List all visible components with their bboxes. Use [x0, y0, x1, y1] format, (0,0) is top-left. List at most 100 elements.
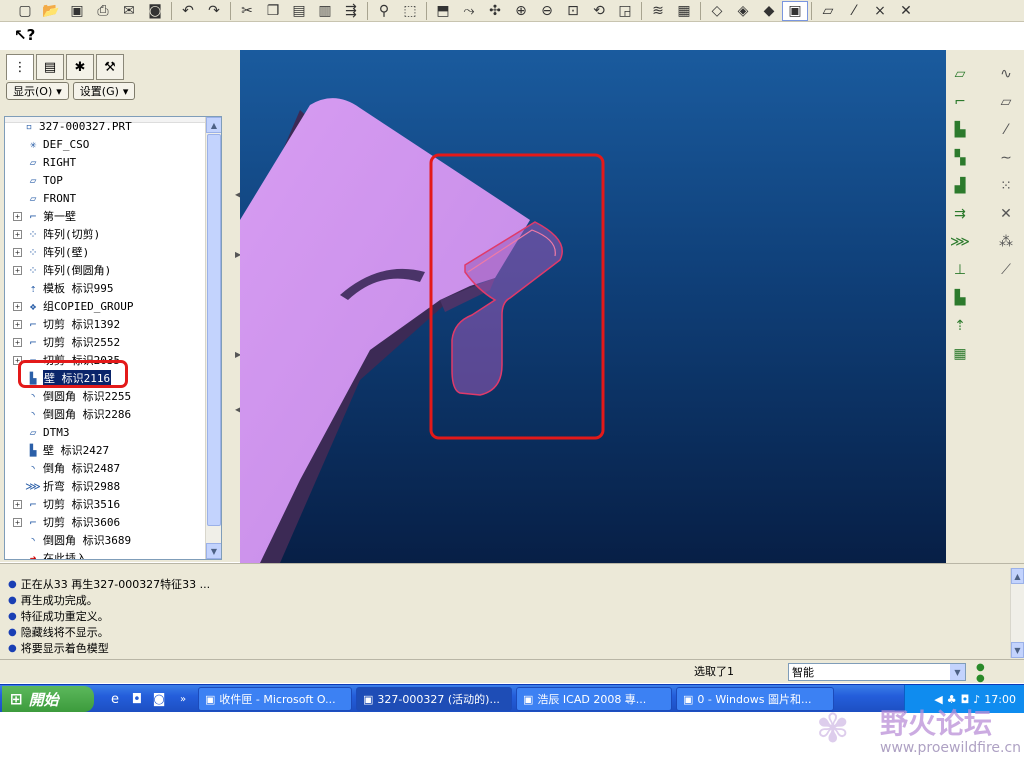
- datum-axis-display-icon[interactable]: ⁄: [841, 1, 867, 21]
- model-tree-item[interactable]: ▱ FRONT: [5, 189, 221, 207]
- find-icon[interactable]: ⚲: [371, 1, 397, 21]
- undo-icon[interactable]: ↶: [175, 1, 201, 21]
- model-tree-item[interactable]: ⋙ 折弯 标识2988: [5, 477, 221, 495]
- model-tree-item[interactable]: ▱ DTM3: [5, 423, 221, 441]
- new-icon[interactable]: ▢: [12, 1, 38, 21]
- panel-splitter[interactable]: ◀ ▶ ▶ ◀: [226, 50, 241, 562]
- paste-icon[interactable]: ▤: [286, 1, 312, 21]
- model-tree-item[interactable]: ◝ 倒圆角 标识2286: [5, 405, 221, 423]
- corner-relief-icon[interactable]: ▙: [950, 288, 970, 308]
- sketch-curve-icon[interactable]: ∿: [996, 64, 1016, 84]
- datum-axis-tool-icon[interactable]: ⁄: [996, 120, 1016, 140]
- show-dropdown-button[interactable]: 显示(O) ▾: [6, 82, 69, 100]
- hidden-line-icon[interactable]: ◈: [730, 1, 756, 21]
- expand-icon[interactable]: +: [13, 247, 22, 257]
- spin-center-icon[interactable]: ✣: [482, 1, 508, 21]
- model-tree-item[interactable]: ▫ 327-000327.PRT: [5, 117, 221, 135]
- tree-scrollbar[interactable]: ▲ ▼: [205, 117, 221, 559]
- coord-sys-display-icon[interactable]: ✕: [893, 1, 919, 21]
- model-tree-item[interactable]: + ⌐ 切剪 标识3606: [5, 513, 221, 531]
- model-tree-item[interactable]: ▱ TOP: [5, 171, 221, 189]
- datum-plane-display-icon[interactable]: ▱: [815, 1, 841, 21]
- zoom-in-icon[interactable]: ⊕: [508, 1, 534, 21]
- email-icon[interactable]: ✉: [116, 1, 142, 21]
- model-tree-item[interactable]: + ⌐ 切剪 标识3516: [5, 495, 221, 513]
- model-display-icon[interactable]: ▦: [671, 1, 697, 21]
- edge-rip-icon[interactable]: ⟋: [996, 260, 1016, 280]
- model-tree-item[interactable]: ▱ RIGHT: [5, 153, 221, 171]
- datum-plane-tool-2-icon[interactable]: ▱: [996, 92, 1016, 112]
- open-icon[interactable]: 📂: [38, 1, 64, 21]
- model-tree-item[interactable]: ◝ 倒圆角 标识3689: [5, 531, 221, 549]
- saved-views-icon[interactable]: ◲: [612, 1, 638, 21]
- datum-point-icon[interactable]: ⁙: [996, 176, 1016, 196]
- scroll-up-icon[interactable]: ▲: [1011, 568, 1024, 584]
- flat-wall-icon[interactable]: ⌐: [950, 92, 970, 112]
- ie-icon[interactable]: e: [106, 690, 124, 708]
- model-tree-item[interactable]: ▙ 壁 标识2427: [5, 441, 221, 459]
- chevron-down-icon[interactable]: ▼: [950, 664, 965, 680]
- coord-sys-tool-icon[interactable]: ✕: [996, 204, 1016, 224]
- chevron-more-icon[interactable]: »: [174, 690, 192, 708]
- message-scrollbar[interactable]: ▲ ▼: [1010, 568, 1024, 658]
- model-tree-item[interactable]: + ⌐ 切剪 标识2035: [5, 351, 221, 369]
- datum-point-display-icon[interactable]: ×: [867, 1, 893, 21]
- taskbar-window-button[interactable]: ▣ 收件匣 - Microsoft O...: [198, 687, 352, 711]
- repaint-icon[interactable]: ⬒: [430, 1, 456, 21]
- print-icon[interactable]: ⎙: [90, 1, 116, 21]
- model-tree-item[interactable]: + ❖ 组COPIED_GROUP: [5, 297, 221, 315]
- scroll-down-icon[interactable]: ▼: [1011, 642, 1024, 658]
- shading-icon[interactable]: ▣: [782, 0, 808, 21]
- model-tree-item[interactable]: ◝ 倒角 标识2487: [5, 459, 221, 477]
- expand-icon[interactable]: +: [13, 319, 22, 329]
- expand-icon[interactable]: +: [13, 499, 22, 509]
- model-tree[interactable]: ▫ 327-000327.PRT ✳ DEF_CSO ▱ RIGHT ▱ TOP ▱ FRONT +…: [4, 116, 222, 560]
- favorites-tab[interactable]: ✱: [66, 54, 94, 80]
- scroll-thumb[interactable]: [207, 134, 221, 526]
- expand-icon[interactable]: +: [13, 517, 22, 527]
- flange-wall-icon[interactable]: ▙: [950, 120, 970, 140]
- redo-icon[interactable]: ↷: [201, 1, 227, 21]
- model-tree-item[interactable]: + ⌐ 切剪 标识1392: [5, 315, 221, 333]
- model-tree-item[interactable]: + ⌐ 第一壁: [5, 207, 221, 225]
- model-tree-item[interactable]: ⇡ 模板 标识995: [5, 279, 221, 297]
- disk-icon[interactable]: ◙: [142, 1, 168, 21]
- no-hidden-icon[interactable]: ◆: [756, 1, 782, 21]
- model-tree-item[interactable]: + ⁘ 阵列(倒圆角): [5, 261, 221, 279]
- select-tool-button[interactable]: ↖k??: [14, 26, 35, 44]
- paste-special-icon[interactable]: ▥: [312, 1, 338, 21]
- model-tree-item[interactable]: + ⁘ 阵列(切剪): [5, 225, 221, 243]
- analysis-icon[interactable]: ⁂: [996, 232, 1016, 252]
- wireframe-icon[interactable]: ◇: [704, 1, 730, 21]
- scroll-up-icon[interactable]: ▲: [206, 117, 221, 133]
- model-tree-item[interactable]: + ⁘ 阵列(壁): [5, 243, 221, 261]
- model-tree-tab[interactable]: ⋮: [6, 54, 34, 80]
- orient-icon[interactable]: ⤳: [456, 1, 482, 21]
- expand-icon[interactable]: +: [13, 229, 22, 239]
- bend-tool-icon[interactable]: ⊥: [950, 260, 970, 280]
- select-box-icon[interactable]: ⬚: [397, 1, 423, 21]
- cut-icon[interactable]: ✂: [234, 1, 260, 21]
- outlook-icon[interactable]: ◘: [128, 690, 146, 708]
- convert-icon[interactable]: ⇡: [950, 316, 970, 336]
- datum-plane-tool-icon[interactable]: ▱: [950, 64, 970, 84]
- curve-tool-icon[interactable]: ∼: [996, 148, 1016, 168]
- selection-filter-select[interactable]: 智能 ▼: [788, 663, 966, 681]
- model-tree-item[interactable]: ◝ 倒圆角 标识2255: [5, 387, 221, 405]
- copy-icon[interactable]: ❐: [260, 1, 286, 21]
- connections-tab[interactable]: ⚒: [96, 54, 124, 80]
- regenerate-icon[interactable]: ⇶: [338, 1, 364, 21]
- expand-icon[interactable]: +: [13, 265, 22, 275]
- settings-dropdown-button[interactable]: 设置(G) ▾: [72, 82, 136, 100]
- unbend-icon[interactable]: ▟: [950, 176, 970, 196]
- flat-pattern-icon[interactable]: ▦: [950, 344, 970, 364]
- layers-icon[interactable]: ≋: [645, 1, 671, 21]
- start-button[interactable]: ⊞ 開始: [2, 686, 94, 712]
- bend-back-icon[interactable]: ⇉: [950, 204, 970, 224]
- taskbar-window-button[interactable]: ▣ 浩辰 ICAD 2008 專...: [516, 687, 672, 711]
- expand-icon[interactable]: +: [13, 211, 22, 221]
- save-icon[interactable]: ▣: [64, 1, 90, 21]
- model-tree-item[interactable]: ▙ 壁 标识2116: [5, 369, 221, 387]
- expand-icon[interactable]: +: [13, 355, 22, 365]
- refit-icon[interactable]: ⊡: [560, 1, 586, 21]
